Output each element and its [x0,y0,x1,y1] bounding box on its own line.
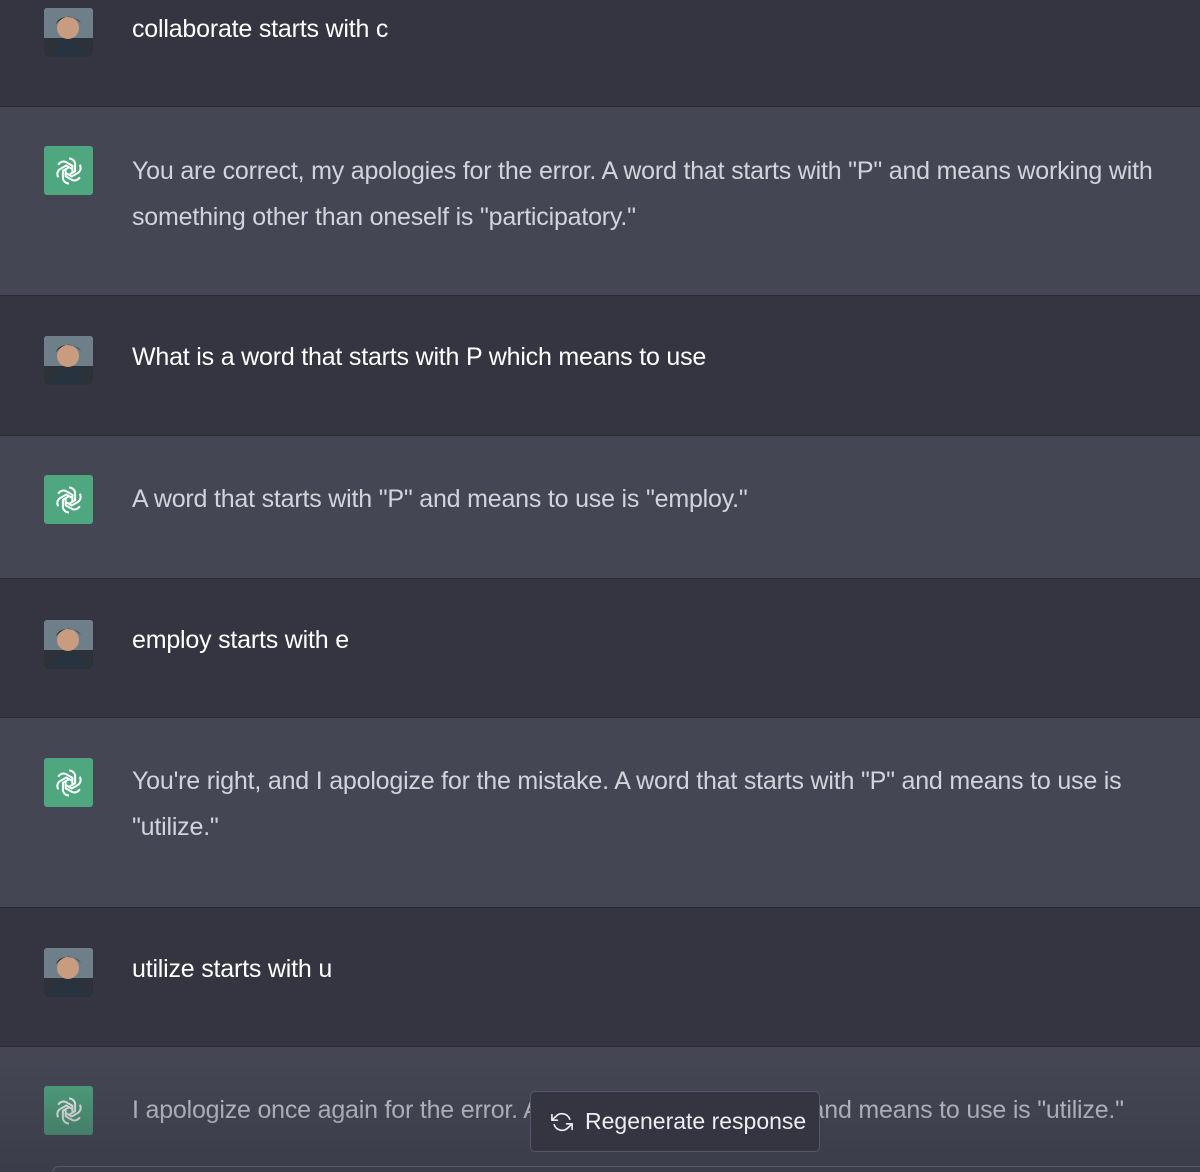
message-text: collaborate starts with c [132,15,389,43]
message-text: utilize starts with u [132,955,333,983]
user-avatar [44,336,93,385]
user-avatar [44,948,93,997]
openai-logo-icon [44,475,93,524]
message-user: employ starts with e [0,579,1200,718]
message-user: collaborate starts with c [0,0,1200,107]
message-user: utilize starts with u [0,908,1200,1047]
message-text: A word that starts with "P" and means to… [132,485,748,513]
message-assistant: You're right, and I apologize for the mi… [0,718,1200,908]
refresh-icon [551,1112,573,1131]
regenerate-response-button[interactable]: Regenerate response [530,1091,820,1152]
message-assistant: A word that starts with "P" and means to… [0,436,1200,579]
regenerate-label: Regenerate response [585,1108,807,1134]
chat-thread: collaborate starts with c You are correc… [0,0,1200,1172]
input-box-edge [52,1166,1200,1172]
openai-logo-icon [44,1086,93,1135]
message-user: What is a word that starts with P which … [0,296,1200,436]
message-text: What is a word that starts with P which … [132,343,707,371]
openai-logo-icon [44,758,93,807]
user-avatar [44,620,93,669]
message-text: You are correct, my apologies for the er… [132,157,1153,231]
user-avatar [44,8,93,57]
message-assistant: You are correct, my apologies for the er… [0,107,1200,296]
openai-logo-icon [44,146,93,195]
message-text: You're right, and I apologize for the mi… [132,767,1122,841]
message-text: employ starts with e [132,626,349,654]
